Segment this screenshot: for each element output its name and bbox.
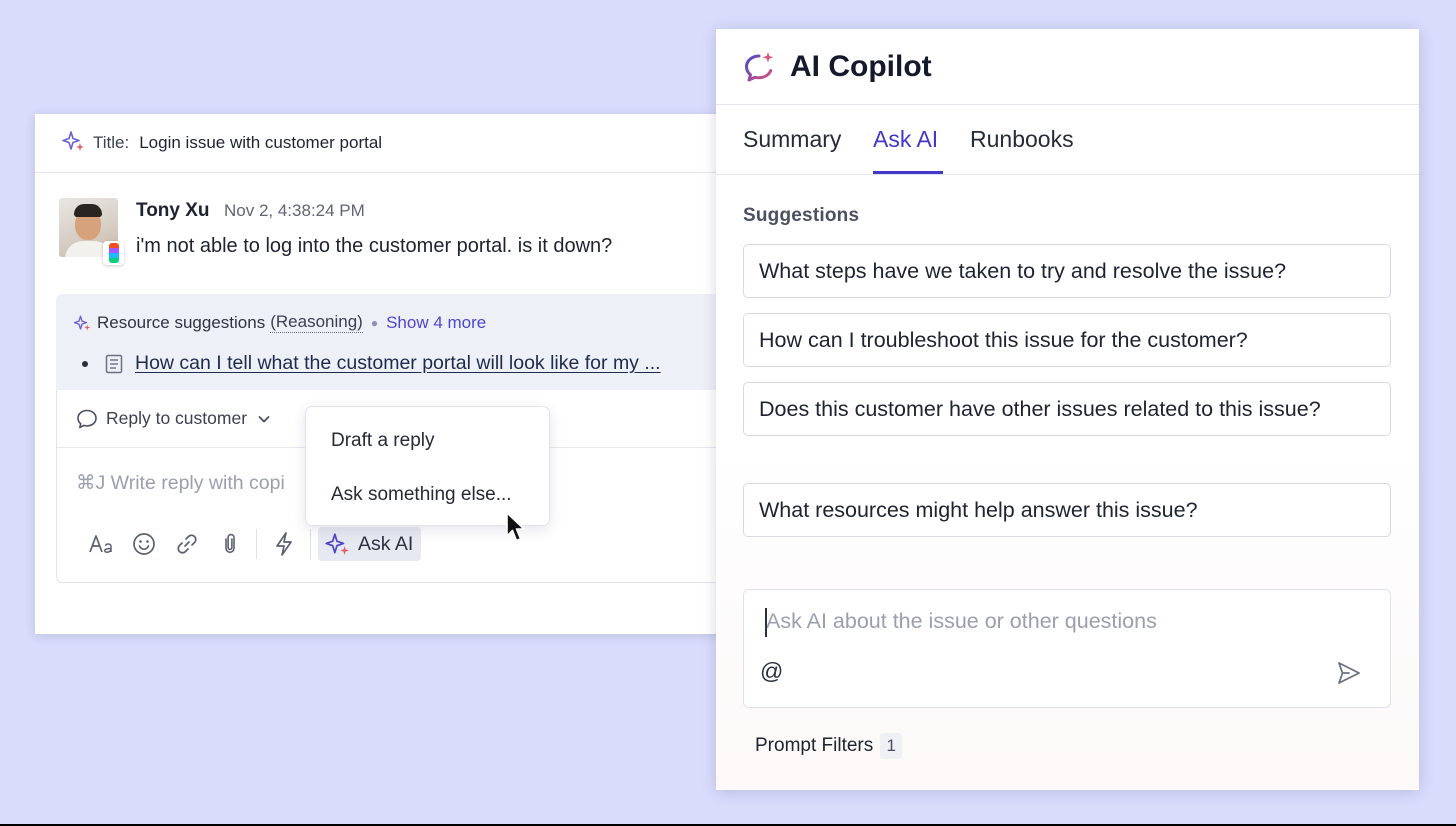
text-caret bbox=[765, 608, 767, 637]
resource-suggestions-header: Resource suggestions (Reasoning) ● Show … bbox=[73, 312, 486, 333]
text-format-icon[interactable] bbox=[79, 526, 122, 562]
document-icon bbox=[105, 354, 123, 374]
copilot-tabs: Summary Ask AI Runbooks bbox=[716, 105, 1419, 175]
chevron-down-icon bbox=[257, 412, 271, 426]
reply-mode-label: Reply to customer bbox=[106, 408, 248, 428]
resource-item[interactable]: How can I tell what the customer portal … bbox=[82, 352, 661, 375]
figma-badge-icon bbox=[103, 241, 124, 265]
suggestion-item[interactable]: Does this customer have other issues rel… bbox=[743, 382, 1391, 436]
message: Tony Xu Nov 2, 4:38:24 PM bbox=[35, 173, 735, 294]
sparkle-small-icon bbox=[73, 314, 91, 332]
suggestions-label: Suggestions bbox=[743, 205, 860, 226]
message-text: i'm not able to log into the customer po… bbox=[136, 235, 613, 257]
prompt-filters-count-badge: 1 bbox=[880, 733, 903, 759]
ticket-title-bar: Title: Login issue with customer portal bbox=[35, 114, 735, 173]
reply-input[interactable]: ⌘J Write reply with copi bbox=[76, 471, 285, 495]
copilot-logo-icon bbox=[742, 50, 776, 84]
copilot-title: AI Copilot bbox=[790, 49, 932, 83]
prompt-filters[interactable]: Prompt Filters 1 bbox=[755, 733, 903, 759]
ask-ai-menu: Draft a reply Ask something else... bbox=[305, 406, 550, 526]
sparkle-icon bbox=[324, 531, 350, 557]
active-tab-indicator bbox=[873, 171, 943, 174]
suggestion-item[interactable]: What steps have we taken to try and reso… bbox=[743, 244, 1391, 298]
emoji-icon[interactable] bbox=[122, 526, 165, 562]
resource-item-link[interactable]: How can I tell what the customer portal … bbox=[135, 352, 661, 375]
ask-ai-button-label: Ask AI bbox=[358, 532, 414, 555]
ask-ai-input[interactable]: Ask AI about the issue or other question… bbox=[743, 589, 1391, 708]
tab-runbooks[interactable]: Runbooks bbox=[970, 126, 1074, 153]
composer-toolbar: Ask AI bbox=[79, 525, 422, 563]
toolbar-divider bbox=[256, 529, 257, 559]
sparkle-icon bbox=[61, 129, 85, 158]
lightning-icon[interactable] bbox=[262, 526, 305, 562]
send-icon[interactable] bbox=[1336, 660, 1362, 691]
menu-item-ask-something-else[interactable]: Ask something else... bbox=[331, 484, 512, 506]
prompt-filters-label: Prompt Filters bbox=[755, 735, 874, 756]
resource-suggestions: Resource suggestions (Reasoning) ● Show … bbox=[56, 294, 735, 390]
ask-ai-placeholder: Ask AI about the issue or other question… bbox=[766, 609, 1157, 633]
ticket-title-value: Login issue with customer portal bbox=[139, 133, 383, 152]
ai-copilot-panel: AI Copilot Summary Ask AI Runbooks Sugge… bbox=[716, 29, 1419, 790]
ticket-title-label: Title: bbox=[93, 133, 130, 152]
toolbar-divider bbox=[310, 529, 311, 559]
suggestion-item[interactable]: How can I troubleshoot this issue for th… bbox=[743, 313, 1391, 367]
tab-ask-ai[interactable]: Ask AI bbox=[873, 126, 938, 153]
mouse-cursor-icon bbox=[505, 511, 527, 550]
ask-ai-button[interactable]: Ask AI bbox=[318, 527, 422, 561]
ticket-card: Title: Login issue with customer portal … bbox=[35, 114, 735, 634]
link-icon[interactable] bbox=[165, 526, 208, 562]
resource-suggestions-title: Resource suggestions bbox=[97, 312, 266, 332]
attachment-icon[interactable] bbox=[208, 526, 251, 562]
tab-summary[interactable]: Summary bbox=[743, 126, 841, 153]
bullet bbox=[82, 360, 88, 367]
separator-dot: ● bbox=[370, 315, 379, 330]
copilot-header: AI Copilot bbox=[716, 29, 1419, 105]
suggestion-item[interactable]: What resources might help answer this is… bbox=[743, 483, 1391, 537]
reasoning-link[interactable]: (Reasoning) bbox=[270, 312, 363, 333]
show-more-link[interactable]: Show 4 more bbox=[386, 313, 486, 333]
message-timestamp: Nov 2, 4:38:24 PM bbox=[224, 201, 365, 220]
menu-item-draft-reply[interactable]: Draft a reply bbox=[331, 430, 434, 452]
chat-bubble-icon bbox=[76, 408, 98, 430]
message-author[interactable]: Tony Xu bbox=[136, 200, 210, 222]
mention-icon[interactable]: @ bbox=[760, 658, 783, 685]
